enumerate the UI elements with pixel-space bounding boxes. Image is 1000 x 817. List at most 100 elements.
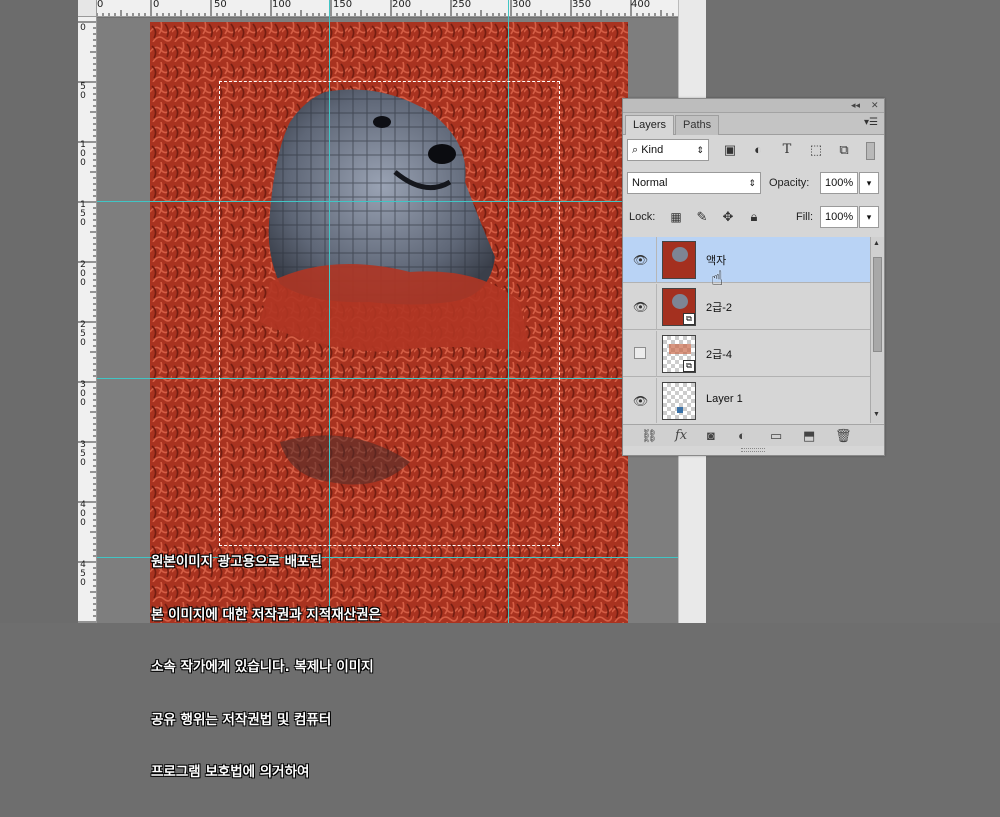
- ruler-label: 400: [80, 500, 86, 528]
- visibility-toggle[interactable]: 👁︎: [623, 237, 657, 283]
- filter-kind-select[interactable]: ⌕ Kind ⇕: [627, 139, 709, 161]
- resize-grip[interactable]: [741, 448, 765, 452]
- lock-brush-icon[interactable]: ✎: [693, 208, 711, 226]
- hand-cursor-icon: ☝︎: [711, 268, 724, 290]
- layer-name[interactable]: 2급-4: [706, 346, 732, 362]
- ruler-label: 100: [80, 140, 86, 168]
- ruler-label: 200: [392, 0, 412, 10]
- lock-row: Lock: ▦ ✎ ✥ 🔒︎ Fill: 100% ▾: [623, 204, 884, 230]
- add-mask-icon[interactable]: ◙: [707, 428, 715, 443]
- layer-name[interactable]: Layer 1: [706, 393, 743, 405]
- layer-row[interactable]: 👁︎ Layer 1: [623, 378, 870, 423]
- ruler-label: 150: [80, 200, 86, 228]
- adjustment-filter-icon[interactable]: ◐: [749, 141, 767, 159]
- shape-filter-icon[interactable]: ⬚: [807, 141, 825, 159]
- opacity-label: Opacity:: [769, 177, 810, 189]
- scroll-up-icon[interactable]: ▲: [873, 240, 880, 247]
- eye-icon[interactable]: 👁︎: [633, 300, 648, 314]
- ruler-label: 0: [153, 0, 160, 10]
- new-layer-icon[interactable]: ⬒: [803, 428, 815, 444]
- stepper-icon: ⇕: [696, 145, 704, 155]
- layer-thumbnail: [662, 382, 696, 420]
- thumbnail-content: [677, 407, 683, 413]
- lock-move-icon[interactable]: ✥: [719, 208, 737, 226]
- watermark-line: 소속 작가에게 있습니다. 복제나 이미지: [151, 659, 374, 675]
- fill-field[interactable]: 100%: [820, 206, 858, 228]
- fill-dropdown[interactable]: ▾: [859, 206, 879, 228]
- blend-mode-value: Normal: [632, 177, 668, 189]
- ruler-origin[interactable]: [78, 0, 97, 17]
- scroll-down-icon[interactable]: ▼: [873, 411, 880, 418]
- dog-thumbnail-shape: [672, 247, 688, 262]
- lock-transparency-icon[interactable]: ▦: [667, 208, 685, 226]
- filter-row: ⌕ Kind ⇕ ▣ ◐ T ⬚ ⧉: [623, 137, 884, 165]
- adjustment-layer-icon[interactable]: ◐: [738, 428, 746, 443]
- lock-label: Lock:: [629, 211, 656, 223]
- panel-menu-icon[interactable]: ▾☰: [864, 117, 878, 128]
- horizontal-ruler[interactable]: 0 0 50 100 150 200 250 300 350 400: [78, 0, 678, 17]
- ruler-label: 0: [80, 23, 86, 33]
- ruler-label: 250: [452, 0, 472, 10]
- tab-layers[interactable]: Layers: [625, 115, 675, 135]
- layers-bottom-bar: ⛓︎ fx ◙ ◐ ▭ ⬒ 🗑︎: [623, 424, 884, 446]
- ruler-label: 0: [97, 0, 104, 10]
- ruler-label: 350: [572, 0, 592, 10]
- tab-paths[interactable]: Paths: [675, 115, 720, 135]
- left-toolbar-area: [0, 0, 78, 623]
- fx-icon[interactable]: fx: [675, 428, 687, 443]
- scroll-thumb[interactable]: [873, 257, 882, 352]
- filter-toggle[interactable]: [866, 142, 875, 160]
- ruler-label: 100: [272, 0, 292, 10]
- smart-object-icon: ⧉: [683, 313, 695, 325]
- opacity-field[interactable]: 100%: [820, 172, 858, 194]
- layer-row[interactable]: 👁︎ 액자: [623, 237, 870, 283]
- layer-row[interactable]: 👁︎ ⧉ 2급-2: [623, 284, 870, 330]
- blend-row: Normal ⇕ Opacity: 100% ▾: [623, 171, 884, 197]
- layer-thumbnail: ⧉: [662, 288, 696, 326]
- ruler-label: 50: [214, 0, 227, 10]
- hidden-visibility-box[interactable]: [634, 347, 646, 359]
- smart-object-filter-icon[interactable]: ⧉: [835, 141, 853, 159]
- dog-thumbnail-shape: [672, 294, 688, 309]
- ruler-label: 250: [80, 320, 86, 348]
- ruler-label: 300: [512, 0, 532, 10]
- pixel-filter-icon[interactable]: ▣: [721, 141, 739, 159]
- eye-icon[interactable]: 👁︎: [633, 394, 648, 408]
- layer-row[interactable]: ⧉ 2급-4: [623, 331, 870, 377]
- watermark-line: 프로그램 보호법에 의거하여: [151, 764, 310, 780]
- visibility-toggle[interactable]: 👁︎: [623, 284, 657, 330]
- type-filter-icon[interactable]: T: [778, 141, 796, 159]
- visibility-toggle[interactable]: [623, 331, 657, 377]
- layers-panel: ◂◂ ✕ Layers Paths ▾☰ ⌕ Kind ⇕ ▣ ◐ T ⬚ ⧉ …: [622, 98, 885, 456]
- layer-name[interactable]: 2급-2: [706, 299, 732, 315]
- ruler-label: 150: [333, 0, 353, 10]
- layer-list: 👁︎ 액자 👁︎ ⧉ 2급-2 ⧉ 2급-4 👁︎ Layer 1: [623, 237, 870, 423]
- ruler-label: 450: [80, 560, 86, 588]
- photoshop-workspace: 0 0 50 100 150 200 250 300 350 400 0 50 …: [0, 0, 1000, 780]
- watermark-line: 원본이미지 광고용으로 배포된: [151, 554, 322, 570]
- visibility-toggle[interactable]: 👁︎: [623, 378, 657, 423]
- marquee-selection[interactable]: [219, 81, 560, 546]
- link-layers-icon[interactable]: ⛓︎: [641, 428, 658, 444]
- lock-all-icon[interactable]: 🔒︎: [745, 208, 763, 226]
- blend-mode-select[interactable]: Normal ⇕: [627, 172, 761, 194]
- ruler-label: 50: [80, 82, 86, 101]
- collapse-icon[interactable]: ◂◂: [851, 100, 860, 111]
- eye-icon[interactable]: 👁︎: [633, 253, 648, 267]
- opacity-dropdown[interactable]: ▾: [859, 172, 879, 194]
- panel-titlebar[interactable]: ◂◂ ✕: [623, 99, 884, 113]
- ruler-label: 300: [80, 380, 86, 408]
- trash-icon[interactable]: 🗑︎: [835, 428, 852, 444]
- new-group-icon[interactable]: ▭: [770, 428, 782, 444]
- vertical-ruler[interactable]: 0 50 100 150 200 250 300 350 400 450: [78, 17, 97, 623]
- panel-tabs: Layers Paths ▾☰: [623, 113, 884, 135]
- thumbnail-content: [669, 344, 691, 354]
- close-icon[interactable]: ✕: [871, 100, 879, 111]
- filter-kind-label: Kind: [641, 144, 664, 156]
- layer-thumbnail: ⧉: [662, 335, 696, 373]
- watermark-text: 원본이미지 광고용으로 배포된 본 이미지에 대한 저작권과 지적재산권은 소속…: [151, 519, 381, 817]
- smart-object-icon: ⧉: [683, 360, 695, 372]
- search-icon: ⌕: [632, 144, 642, 156]
- ruler-label: 350: [80, 440, 86, 468]
- layer-list-scrollbar[interactable]: ▲ ▼: [870, 237, 884, 423]
